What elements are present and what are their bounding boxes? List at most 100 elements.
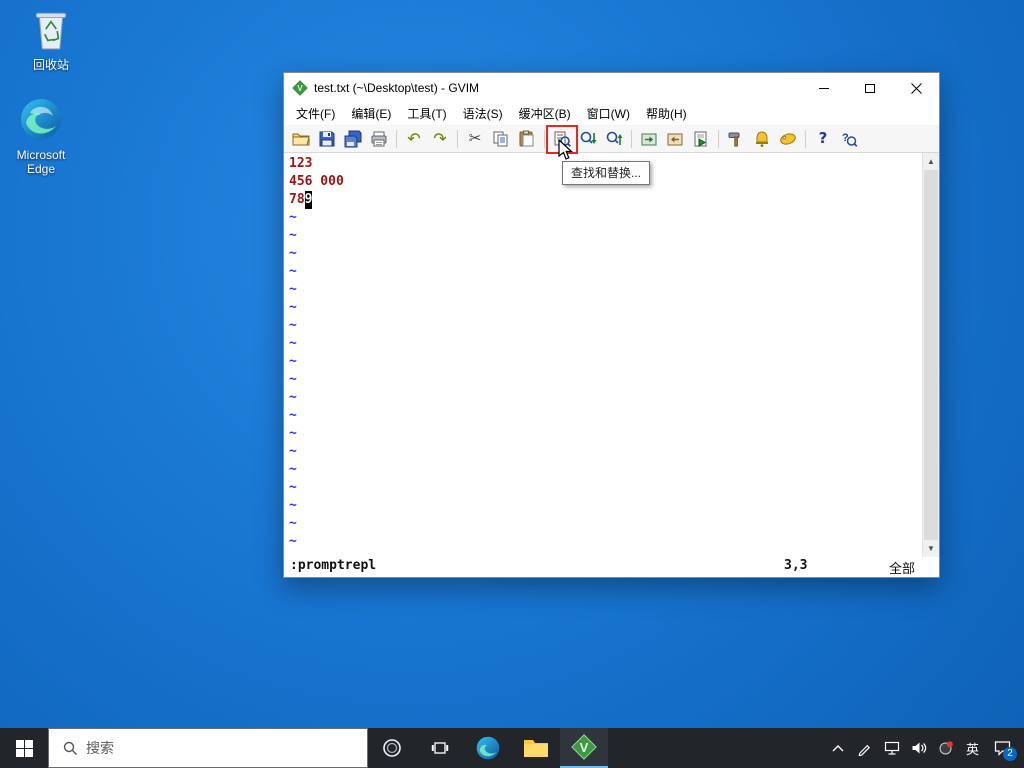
notification-badge: 2 [1003, 747, 1017, 761]
network-button[interactable] [878, 728, 905, 768]
volume-button[interactable] [905, 728, 932, 768]
cursor-position: 3,3 [784, 558, 808, 573]
toolbar-copy-button[interactable] [488, 126, 514, 152]
edge-icon [476, 736, 500, 760]
toolbar-save-button[interactable] [314, 126, 340, 152]
menu-buffers[interactable]: 缓冲区(B) [511, 103, 579, 125]
svg-text:V: V [297, 84, 303, 93]
chevron-up-icon [832, 745, 843, 752]
edge-icon [18, 99, 64, 145]
toolbar-paste-button[interactable] [514, 126, 540, 152]
toolbar-separator [718, 129, 719, 148]
tilde-line: ~ [289, 444, 297, 459]
tilde-line: ~ [289, 462, 297, 477]
taskbar-search-input[interactable]: 搜索 [48, 728, 368, 768]
toolbar-help-button[interactable]: ? [810, 126, 836, 152]
close-icon [910, 82, 922, 94]
window-title: test.txt (~\Desktop\test) - GVIM [314, 81, 480, 95]
minimize-button[interactable] [801, 73, 847, 103]
vertical-scrollbar[interactable]: ▲ ▼ [922, 153, 939, 557]
menu-bar: 文件(F) 编辑(E) 工具(T) 语法(S) 缓冲区(B) 窗口(W) 帮助(H) [284, 103, 939, 125]
status-bar: :promptrepl 3,3 全部 [284, 557, 939, 577]
toolbar-undo-button[interactable]: ↶ [401, 126, 427, 152]
toolbar-find-help-button[interactable]: ? [836, 126, 862, 152]
toolbar-open-button[interactable] [288, 126, 314, 152]
tilde-line: ~ [289, 426, 297, 441]
tilde-line: ~ [289, 264, 297, 279]
toolbar-separator [457, 129, 458, 148]
tilde-line: ~ [289, 516, 297, 531]
recycle-bin-icon [30, 12, 72, 55]
edge-label: Microsoft Edge [16, 148, 66, 176]
taskbar: 搜索 V 英 2 [0, 728, 1024, 768]
toolbar-session-load-button[interactable] [636, 126, 662, 152]
tilde-line: ~ [289, 210, 297, 225]
tilde-line: ~ [289, 354, 297, 369]
toolbar-save-all-button[interactable] [340, 126, 366, 152]
tray-app-button[interactable] [932, 728, 959, 768]
toolbar: ↶ ↷ ✂?? [284, 125, 939, 153]
menu-window[interactable]: 窗口(W) [579, 103, 638, 125]
menu-tools[interactable]: 工具(T) [399, 103, 454, 125]
windows-logo-icon [15, 739, 33, 757]
cortana-icon [383, 739, 401, 757]
toolbar-separator [396, 129, 397, 148]
toolbar-session-save-button[interactable] [662, 126, 688, 152]
system-tray: 英 2 [824, 728, 1024, 768]
toolbar-find-prev-button[interactable] [601, 126, 627, 152]
toolbar-separator [805, 129, 806, 148]
toolbar-tag-jump-button[interactable] [775, 126, 801, 152]
tilde-line: ~ [289, 318, 297, 333]
maximize-icon [865, 83, 875, 93]
menu-help[interactable]: 帮助(H) [638, 103, 695, 125]
desktop-icon-recycle-bin[interactable]: 回收站 [12, 6, 90, 72]
taskbar-task-view-button[interactable] [416, 728, 464, 768]
scrollbar-thumb[interactable] [924, 170, 938, 540]
editor-area[interactable]: 123 456 000 789 ~ ~ ~ ~ ~ ~ ~ ~ ~ ~ ~ ~ ~ ~ ~ ~ ~ ~ ~ ▲ ▼ [284, 153, 939, 557]
menu-syntax[interactable]: 语法(S) [455, 103, 511, 125]
start-button[interactable] [0, 728, 48, 768]
mouse-cursor-icon [558, 138, 574, 160]
scroll-up-button[interactable]: ▲ [923, 153, 939, 170]
maximize-button[interactable] [847, 73, 893, 103]
windows-ink-button[interactable] [851, 728, 878, 768]
command-line-text: :promptrepl [290, 558, 377, 573]
svg-text:V: V [580, 740, 589, 755]
tilde-line: ~ [289, 408, 297, 423]
toolbar-make-button[interactable] [723, 126, 749, 152]
tilde-line: ~ [289, 228, 297, 243]
tilde-line: ~ [289, 534, 297, 549]
toolbar-print-button[interactable] [366, 126, 392, 152]
taskbar-gvim-button[interactable]: V [560, 728, 608, 768]
title-bar[interactable]: V test.txt (~\Desktop\test) - GVIM [284, 73, 939, 103]
menu-file[interactable]: 文件(F) [288, 103, 343, 125]
toolbar-build-tags-button[interactable] [749, 126, 775, 152]
toolbar-cut-button[interactable]: ✂ [462, 126, 488, 152]
toolbar-redo-button[interactable]: ↷ [427, 126, 453, 152]
desktop-icon-edge[interactable]: Microsoft Edge [2, 96, 80, 176]
close-button[interactable] [893, 73, 939, 103]
taskbar-edge-button[interactable] [464, 728, 512, 768]
tilde-line: ~ [289, 372, 297, 387]
scroll-indicator: 全部 [888, 562, 915, 577]
ime-indicator[interactable]: 英 [959, 728, 986, 768]
toolbar-run-script-button[interactable] [688, 126, 714, 152]
scrollbar-track[interactable] [923, 170, 939, 540]
vim-icon: V [571, 734, 597, 760]
action-center-button[interactable]: 2 [986, 728, 1018, 768]
hidden-icons-button[interactable] [824, 728, 851, 768]
vim-icon: V [292, 80, 308, 96]
tilde-line: ~ [289, 498, 297, 513]
toolbar-find-next-button[interactable] [575, 126, 601, 152]
tilde-line: ~ [289, 282, 297, 297]
pen-icon [858, 744, 870, 756]
taskbar-cortana-button[interactable] [368, 728, 416, 768]
tilde-line: ~ [289, 336, 297, 351]
menu-edit[interactable]: 编辑(E) [343, 103, 399, 125]
taskbar-file-explorer-button[interactable] [512, 728, 560, 768]
buffer-content: 123 456 000 789 ~ ~ ~ ~ ~ ~ ~ ~ ~ ~ ~ ~ ~ ~ ~ ~ ~ ~ ~ [289, 155, 919, 551]
search-placeholder: 搜索 [86, 740, 114, 756]
folder-icon [524, 740, 548, 757]
scroll-down-button[interactable]: ▼ [923, 540, 939, 557]
app-notification-icon [939, 741, 953, 755]
